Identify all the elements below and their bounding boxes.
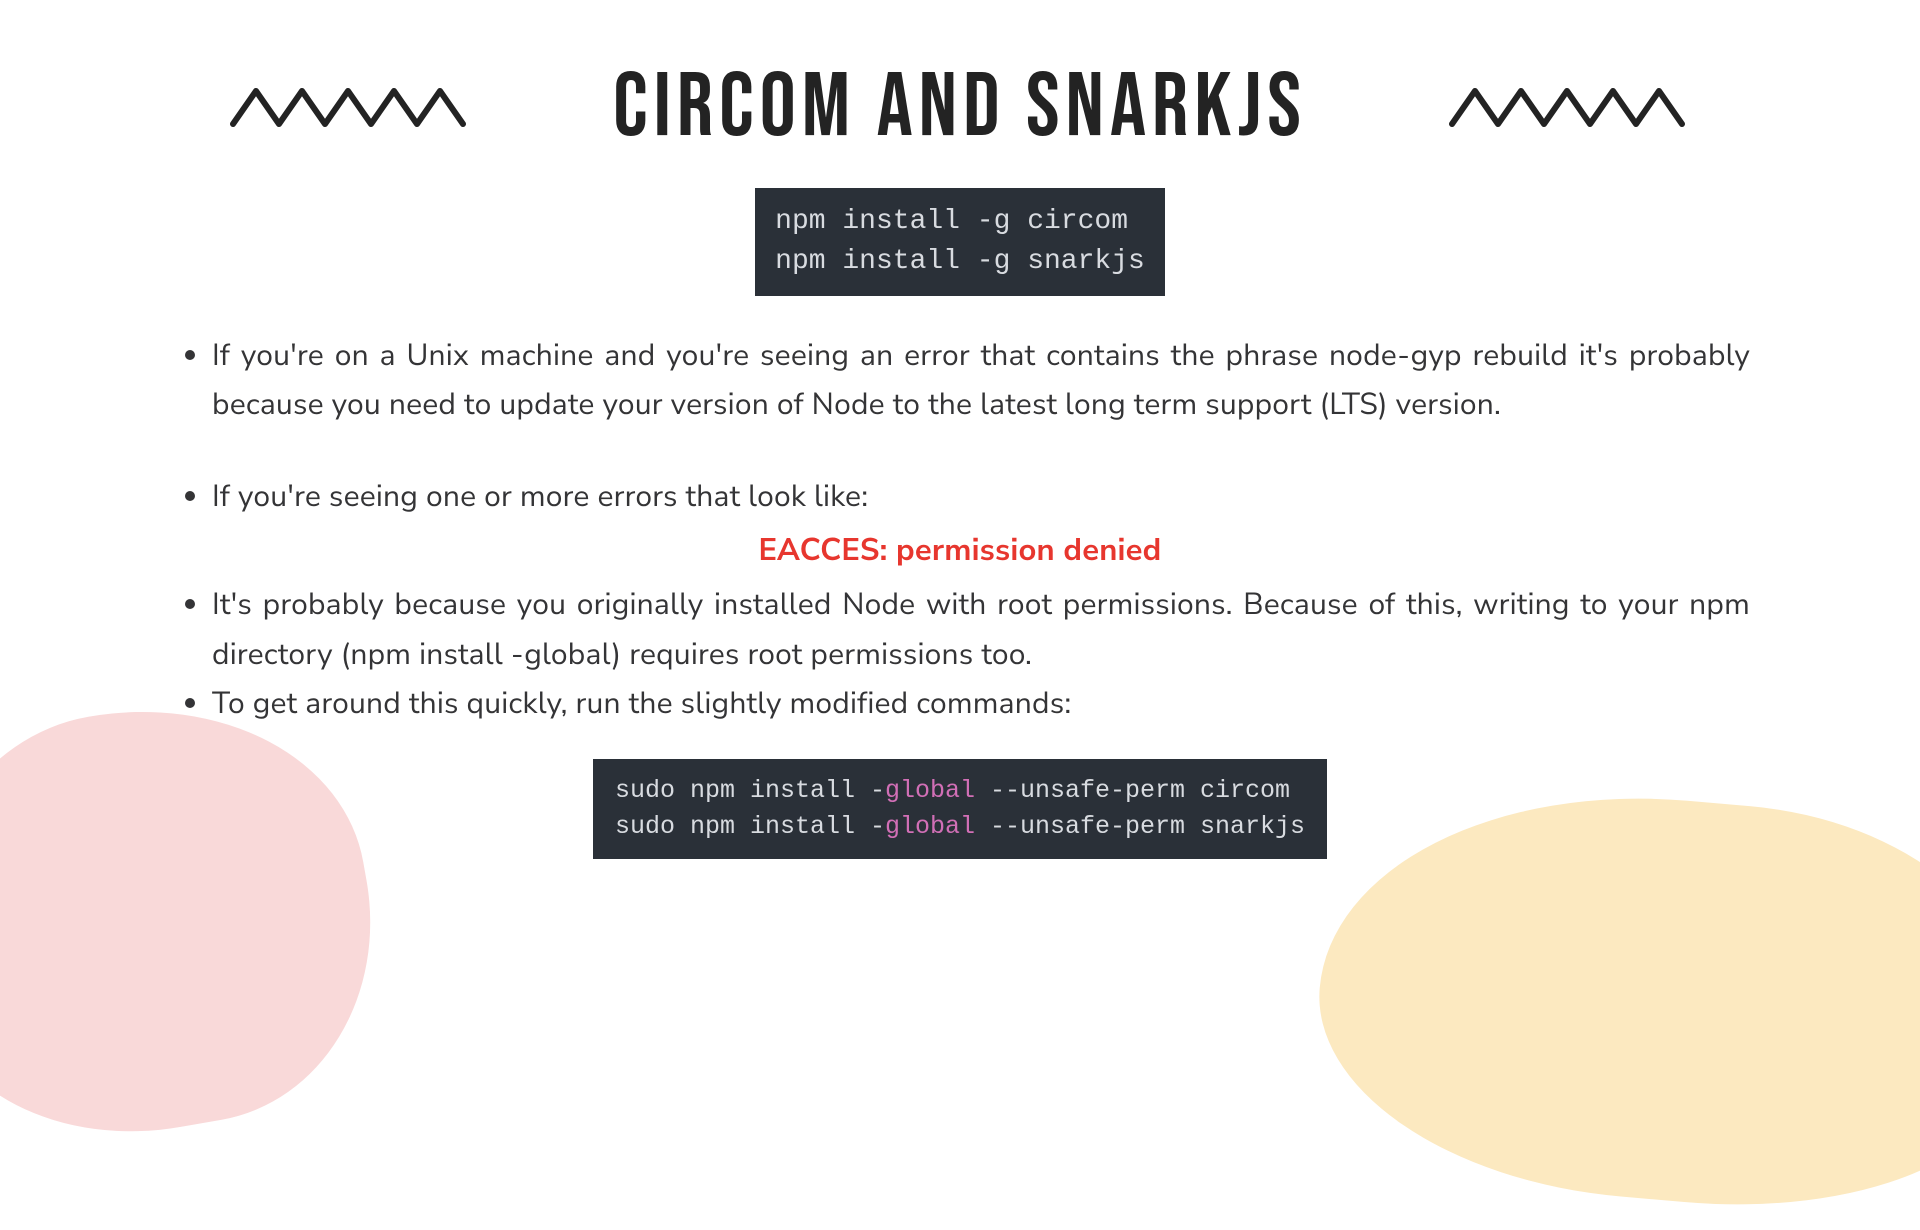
list-item: To get around this quickly, run the slig…: [212, 679, 1750, 729]
list-item: It's probably because you originally ins…: [212, 580, 1750, 679]
list-item: If you're seeing one or more errors that…: [212, 472, 1750, 522]
list-item: If you're on a Unix machine and you're s…: [212, 331, 1750, 430]
code-block-install: npm install -g circom npm install -g sna…: [755, 188, 1165, 296]
page-title: CIRCOM AND SNARKJS: [613, 55, 1307, 163]
bullet-list: If you're on a Unix machine and you're s…: [170, 331, 1750, 729]
header: CIRCOM AND SNARKJS: [0, 0, 1920, 163]
squiggle-right-icon: [1447, 79, 1692, 139]
squiggle-left-icon: [228, 79, 473, 139]
code-line: sudo npm install -global --unsafe-perm c…: [615, 776, 1290, 805]
code-line: npm install -g circom: [775, 206, 1128, 237]
error-text: EACCES: permission denied: [170, 525, 1750, 576]
code-block-sudo: sudo npm install -global --unsafe-perm c…: [593, 759, 1327, 860]
code-line: sudo npm install -global --unsafe-perm s…: [615, 812, 1305, 841]
code-line: npm install -g snarkjs: [775, 246, 1145, 277]
